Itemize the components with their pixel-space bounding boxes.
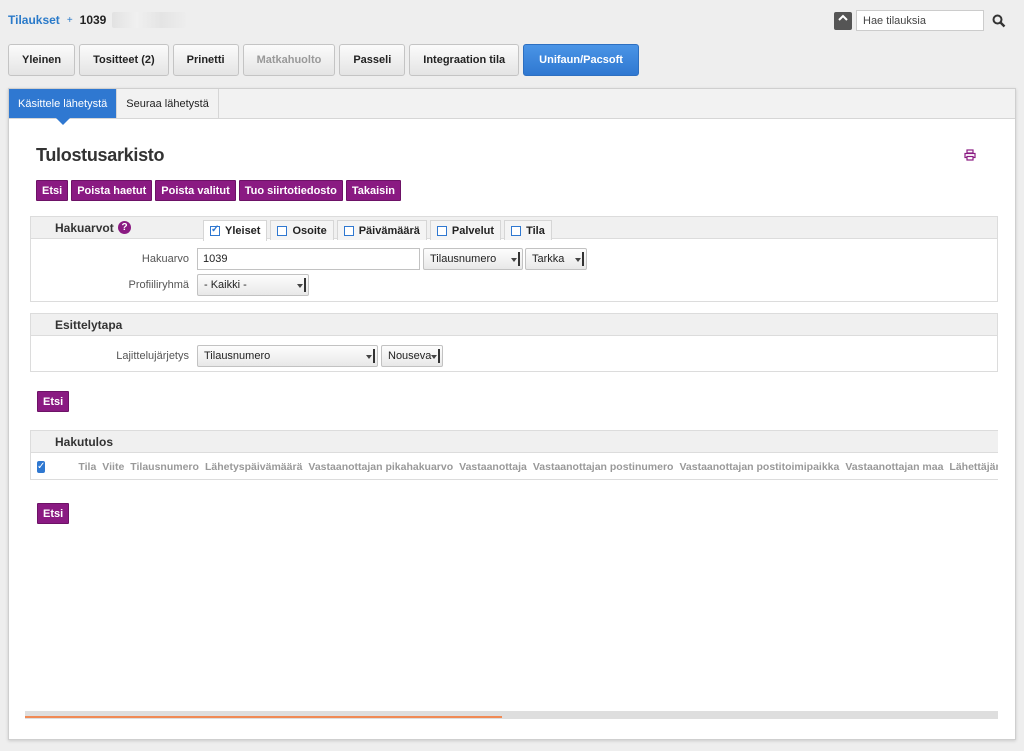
select-value: Nouseva <box>388 350 432 362</box>
search-button-bottom[interactable]: Etsi <box>37 503 70 524</box>
filter-tab-label: Osoite <box>292 224 327 237</box>
chevron-down-icon <box>431 355 437 359</box>
filter-tabs: Yleiset Osoite Päivämäärä Palvelut Tila <box>203 220 552 241</box>
main-tabs: Yleinen Tositteet (2) Prinetti Matkahuol… <box>8 44 639 76</box>
profile-group-label: Profiiliryhmä <box>128 279 189 291</box>
column-header-vastaanottajan-maa[interactable]: Vastaanottajan maa <box>845 461 943 473</box>
column-header-vastaanottajan-postinumero[interactable]: Vastaanottajan postinumero <box>533 461 674 473</box>
chevron-down-icon <box>297 284 303 288</box>
section-title: Hakutulos <box>55 435 114 449</box>
search-field-select[interactable]: Tilausnumero <box>423 248 523 270</box>
search-values-header: Hakuarvot ? Yleiset Osoite Päivämäärä Pa… <box>31 217 997 241</box>
filter-tab-label: Yleiset <box>225 225 261 237</box>
checkbox-icon <box>436 225 447 236</box>
filter-tab-label: Päivämäärä <box>358 224 420 237</box>
progress-fill <box>25 716 502 718</box>
column-header-lahettajan-pikahak[interactable]: Lähettäjän pikahak <box>949 461 998 473</box>
filter-tab-paivamaara[interactable]: Päivämäärä <box>336 220 427 240</box>
select-value: Tarkka <box>532 253 565 265</box>
section-title: Hakuarvot <box>55 221 114 235</box>
display-section: Esittelytapa Lajittelujärjetys Tilausnum… <box>30 313 998 372</box>
filter-tab-label: Tila <box>526 224 545 237</box>
column-header-tila[interactable]: Tila <box>78 461 96 473</box>
tab-tositteet[interactable]: Tositteet (2) <box>79 44 169 76</box>
chevron-down-icon <box>366 355 372 359</box>
checkbox-icon <box>343 225 354 236</box>
delete-selected-button[interactable]: Poista valitut <box>155 180 236 201</box>
action-buttons: Etsi Poista haetut Poista valitut Tuo si… <box>36 180 402 201</box>
filter-tab-yleiset[interactable]: Yleiset <box>203 220 268 241</box>
search-value-row: Hakuarvo Tilausnumero Tarkka <box>31 248 587 270</box>
search-value-input[interactable] <box>197 248 420 270</box>
column-header-tilausnumero[interactable]: Tilausnumero <box>130 461 199 473</box>
tab-integraation-tila[interactable]: Integraation tila <box>409 44 520 76</box>
tab-yleinen[interactable]: Yleinen <box>8 44 76 76</box>
breadcrumb: Tilaukset + 1039 <box>8 12 187 28</box>
select-value: Tilausnumero <box>204 350 271 362</box>
checkbox-icon <box>277 225 288 236</box>
display-header: Esittelytapa <box>31 314 997 336</box>
sub-tabs: Käsittele lähetystä Seuraa lähetystä <box>9 89 1015 125</box>
match-type-select[interactable]: Tarkka <box>525 248 587 270</box>
search-input[interactable] <box>856 10 984 31</box>
tab-kasittele-lahetysta[interactable]: Käsittele lähetystä <box>9 89 118 125</box>
tab-unifaun-pacsoft[interactable]: Unifaun/Pacsoft <box>523 44 639 76</box>
chevron-down-icon <box>575 258 581 262</box>
column-header-lahetyspaivamaara[interactable]: Lähetyspäivämäärä <box>205 461 302 473</box>
breadcrumb-orders-link[interactable]: Tilaukset <box>8 13 60 27</box>
chevron-up-icon[interactable] <box>834 11 852 30</box>
sort-order-row: Lajittelujärjetys Tilausnumero Nouseva <box>31 345 443 367</box>
search-value-label: Hakuarvo <box>141 253 189 265</box>
tab-passeli[interactable]: Passeli <box>339 44 406 76</box>
profile-group-select[interactable]: - Kaikki - <box>197 274 309 296</box>
select-all-checkbox[interactable]: ✓ <box>37 460 46 473</box>
search-button[interactable]: Etsi <box>36 180 69 201</box>
search-values-section: Hakuarvot ? Yleiset Osoite Päivämäärä Pa… <box>30 216 998 302</box>
print-icon[interactable] <box>964 149 978 163</box>
filter-tab-palvelut[interactable]: Palvelut <box>429 220 502 240</box>
filter-tab-tila[interactable]: Tila <box>504 220 552 240</box>
column-header-vastaanottajan-postitoimipaikka[interactable]: Vastaanottajan postitoimipaikka <box>679 461 839 473</box>
top-bar: Tilaukset + 1039 <box>0 0 1024 40</box>
search-button-middle[interactable]: Etsi <box>37 391 70 412</box>
results-table-header: ✓ Tila Viite Tilausnumero Lähetyspäivämä… <box>31 454 998 480</box>
tab-prinetti[interactable]: Prinetti <box>172 44 239 76</box>
chevron-down-icon <box>511 258 517 262</box>
redacted-customer-name <box>112 12 187 28</box>
back-button[interactable]: Takaisin <box>345 180 402 201</box>
select-value: - Kaikki - <box>204 279 247 291</box>
search-icon[interactable] <box>988 10 1010 31</box>
sort-order-label: Lajittelujärjetys <box>116 350 189 362</box>
column-header-vastaanottaja[interactable]: Vastaanottaja <box>459 461 527 473</box>
help-icon[interactable]: ? <box>118 221 131 234</box>
tab-matkahuolto[interactable]: Matkahuolto <box>242 44 336 76</box>
breadcrumb-separator: + <box>66 14 73 26</box>
sort-field-select[interactable]: Tilausnumero <box>197 345 378 367</box>
select-value: Tilausnumero <box>430 253 497 265</box>
checkbox-checked-icon <box>210 224 220 236</box>
delete-found-button[interactable]: Poista haetut <box>71 180 153 201</box>
order-search <box>834 10 1006 31</box>
filter-tab-label: Palvelut <box>451 224 495 237</box>
checkbox-icon <box>511 225 522 236</box>
content-panel: Käsittele lähetystä Seuraa lähetystä Tul… <box>8 88 1016 740</box>
sort-direction-select[interactable]: Nouseva <box>381 345 443 367</box>
import-transfer-file-button[interactable]: Tuo siirtotiedosto <box>238 180 343 201</box>
results-header: Hakutulos <box>31 431 998 453</box>
column-header-viite[interactable]: Viite <box>102 461 124 473</box>
profile-group-row: Profiiliryhmä - Kaikki - <box>31 274 309 296</box>
horizontal-scrollbar[interactable] <box>25 711 998 719</box>
results-section: Hakutulos ✓ Tila Viite Tilausnumero Lähe… <box>30 430 998 480</box>
filter-tab-osoite[interactable]: Osoite <box>270 220 334 240</box>
section-title: Esittelytapa <box>55 318 123 332</box>
breadcrumb-order-number: 1039 <box>79 13 107 27</box>
page-title: Tulostusarkisto <box>36 145 165 165</box>
column-header-vastaanottajan-pikahakuarvo[interactable]: Vastaanottajan pikahakuarvo <box>308 461 453 473</box>
tab-seuraa-lahetysta[interactable]: Seuraa lähetystä <box>117 89 219 118</box>
